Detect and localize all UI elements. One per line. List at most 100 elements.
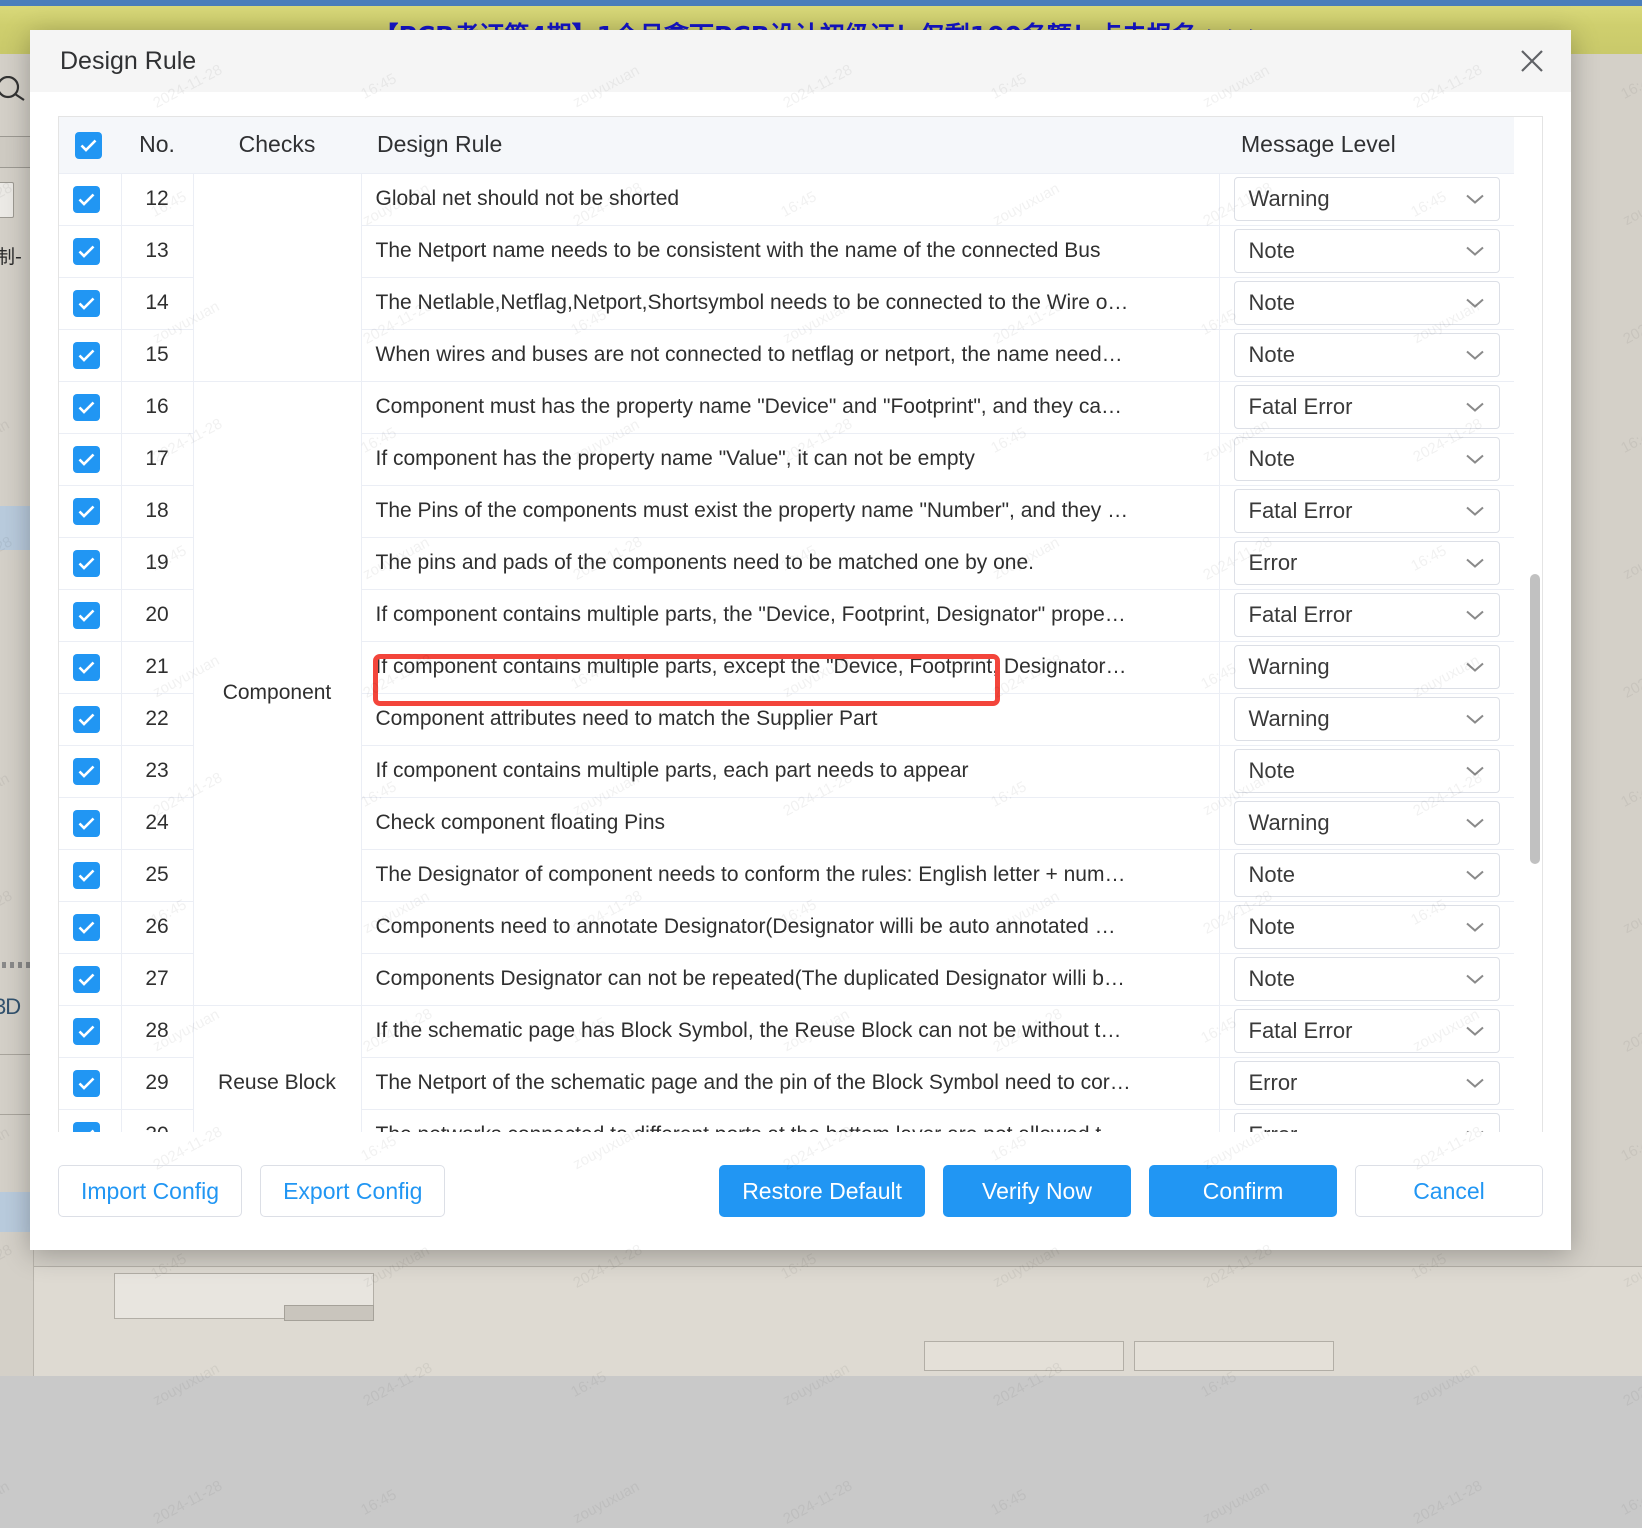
- row-checkbox[interactable]: [73, 1070, 100, 1097]
- row-number: 22: [121, 693, 193, 745]
- row-checkbox[interactable]: [73, 394, 100, 421]
- import-config-button[interactable]: Import Config: [58, 1165, 242, 1217]
- chevron-down-icon: [1465, 505, 1485, 517]
- left-toolbar: 制- 3D: [0, 54, 34, 1376]
- message-level-cell: Note: [1219, 745, 1514, 797]
- toolbar-selected-item-2[interactable]: [0, 1192, 34, 1232]
- message-level-cell: Error: [1219, 1109, 1514, 1132]
- row-number: 23: [121, 745, 193, 797]
- row-checkbox-cell: [59, 277, 121, 329]
- message-level-select[interactable]: Note: [1234, 905, 1501, 949]
- table-row[interactable]: 16ComponentComponent must has the proper…: [59, 381, 1514, 433]
- row-checkbox[interactable]: [73, 550, 100, 577]
- row-checkbox[interactable]: [73, 810, 100, 837]
- message-level-value: Warning: [1249, 186, 1466, 212]
- message-level-select[interactable]: Fatal Error: [1234, 1009, 1501, 1053]
- message-level-value: Fatal Error: [1249, 1018, 1466, 1044]
- message-level-select[interactable]: Note: [1234, 749, 1501, 793]
- row-checkbox[interactable]: [73, 862, 100, 889]
- toolbar-input-field[interactable]: [0, 182, 14, 218]
- design-rule-text: Component must has the property name "De…: [361, 381, 1219, 433]
- message-level-select[interactable]: Warning: [1234, 645, 1501, 689]
- design-rule-text: Component attributes need to match the S…: [361, 693, 1219, 745]
- row-checkbox[interactable]: [73, 446, 100, 473]
- row-number: 20: [121, 589, 193, 641]
- chevron-down-icon: [1465, 1077, 1485, 1089]
- watermark-text: zouyuxuan: [570, 1478, 642, 1527]
- toolbar-cn-label: 制-: [0, 242, 22, 269]
- search-icon[interactable]: [0, 76, 28, 102]
- message-level-select[interactable]: Note: [1234, 333, 1501, 377]
- row-checkbox[interactable]: [73, 238, 100, 265]
- row-checkbox[interactable]: [73, 1122, 100, 1133]
- row-checkbox[interactable]: [73, 1018, 100, 1045]
- message-level-select[interactable]: Error: [1234, 541, 1501, 585]
- toolbar-drag-handle[interactable]: [2, 962, 32, 968]
- message-level-select[interactable]: Note: [1234, 229, 1501, 273]
- message-level-cell: Warning: [1219, 693, 1514, 745]
- message-level-value: Error: [1249, 1070, 1466, 1096]
- row-checkbox-cell: [59, 381, 121, 433]
- message-level-select[interactable]: Warning: [1234, 177, 1501, 221]
- design-rule-text: The Designator of component needs to con…: [361, 849, 1219, 901]
- chevron-down-icon: [1465, 661, 1485, 673]
- message-level-select[interactable]: Fatal Error: [1234, 489, 1501, 533]
- message-level-select[interactable]: Warning: [1234, 697, 1501, 741]
- row-checkbox[interactable]: [73, 758, 100, 785]
- message-level-select[interactable]: Fatal Error: [1234, 385, 1501, 429]
- page-title: Design Rule: [60, 47, 196, 76]
- design-rule-text: Components need to annotate Designator(D…: [361, 901, 1219, 953]
- chevron-down-icon: [1465, 557, 1485, 569]
- chevron-down-icon: [1465, 869, 1485, 881]
- message-level-select[interactable]: Note: [1234, 437, 1501, 481]
- row-checkbox[interactable]: [73, 186, 100, 213]
- table-row[interactable]: 28Reuse BlockIf the schematic page has B…: [59, 1005, 1514, 1057]
- message-level-select[interactable]: Note: [1234, 853, 1501, 897]
- view-3d-label[interactable]: 3D: [0, 994, 20, 1020]
- design-rule-text: If component contains multiple parts, ex…: [361, 641, 1219, 693]
- message-level-value: Note: [1249, 446, 1466, 472]
- confirm-button[interactable]: Confirm: [1149, 1165, 1337, 1217]
- design-rule-text: Global net should not be shorted: [361, 173, 1219, 225]
- message-level-select[interactable]: Warning: [1234, 801, 1501, 845]
- design-rule-text: If component contains multiple parts, th…: [361, 589, 1219, 641]
- cancel-button[interactable]: Cancel: [1355, 1165, 1543, 1217]
- design-rule-text: The Netlable,Netflag,Netport,Shortsymbol…: [361, 277, 1219, 329]
- row-checkbox-cell: [59, 589, 121, 641]
- dialog-header: Design Rule: [30, 30, 1571, 92]
- message-level-select[interactable]: Note: [1234, 281, 1501, 325]
- select-all-checkbox[interactable]: [75, 132, 102, 159]
- close-icon[interactable]: [1515, 44, 1549, 78]
- table-row[interactable]: 12Global net should not be shortedWarnin…: [59, 173, 1514, 225]
- row-checkbox[interactable]: [73, 914, 100, 941]
- toolbar-selected-item-1[interactable]: [0, 506, 34, 550]
- table-scrollbar-track[interactable]: [1529, 174, 1541, 1132]
- message-level-select[interactable]: Error: [1234, 1061, 1501, 1105]
- message-level-cell: Fatal Error: [1219, 485, 1514, 537]
- row-checkbox-cell: [59, 433, 121, 485]
- row-number: 28: [121, 1005, 193, 1057]
- message-level-select[interactable]: Error: [1234, 1113, 1501, 1132]
- table-scrollbar-thumb[interactable]: [1530, 574, 1540, 864]
- design-rule-text: When wires and buses are not connected t…: [361, 329, 1219, 381]
- toolbar-panel-button[interactable]: [0, 136, 32, 168]
- row-checkbox[interactable]: [73, 342, 100, 369]
- chevron-down-icon: [1465, 1025, 1485, 1037]
- row-checkbox[interactable]: [73, 602, 100, 629]
- row-checkbox[interactable]: [73, 290, 100, 317]
- verify-now-button[interactable]: Verify Now: [943, 1165, 1131, 1217]
- row-checkbox[interactable]: [73, 966, 100, 993]
- chevron-down-icon: [1465, 765, 1485, 777]
- export-config-button[interactable]: Export Config: [260, 1165, 445, 1217]
- rules-table: No. Checks Design Rule Message Level 12G…: [59, 117, 1514, 1132]
- row-number: 27: [121, 953, 193, 1005]
- watermark-text: 2024-11-28: [150, 1477, 225, 1528]
- row-checkbox[interactable]: [73, 498, 100, 525]
- select-all-header: [59, 117, 121, 173]
- row-number: 25: [121, 849, 193, 901]
- row-checkbox[interactable]: [73, 706, 100, 733]
- message-level-select[interactable]: Note: [1234, 957, 1501, 1001]
- message-level-select[interactable]: Fatal Error: [1234, 593, 1501, 637]
- restore-default-button[interactable]: Restore Default: [719, 1165, 925, 1217]
- row-checkbox[interactable]: [73, 654, 100, 681]
